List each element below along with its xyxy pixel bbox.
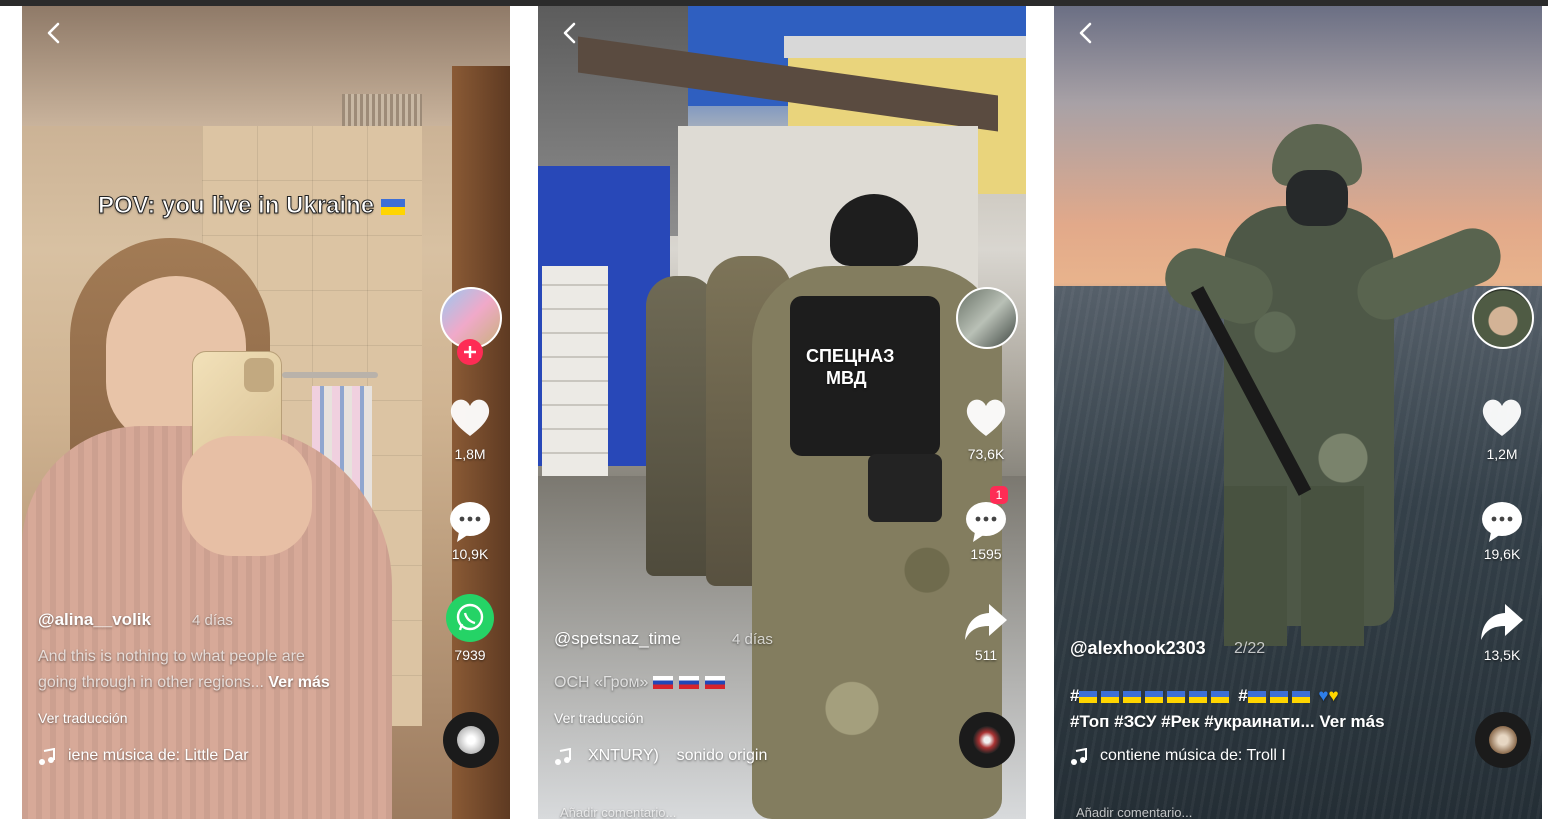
russia-flag-icon bbox=[678, 676, 699, 690]
soldier-face-mask bbox=[1286, 170, 1348, 226]
comment-icon[interactable] bbox=[1477, 496, 1527, 546]
yellow-heart-icon: ♥ bbox=[1328, 686, 1339, 705]
video-panel-1[interactable]: POV: you live in Ukraine 1,8M 10,9K 7939… bbox=[22, 6, 510, 819]
likes-count: 1,8M bbox=[454, 446, 486, 462]
heart-icon[interactable] bbox=[1477, 392, 1527, 442]
ukraine-flag-icon bbox=[1167, 690, 1186, 703]
post-date: 2/22 bbox=[1234, 640, 1266, 657]
share-icon[interactable] bbox=[1477, 596, 1527, 646]
music-note-icon bbox=[39, 748, 55, 765]
back-arrow-icon[interactable] bbox=[558, 20, 584, 46]
shares-count: 7939 bbox=[454, 647, 486, 663]
russia-flag-icon bbox=[704, 676, 725, 690]
post-date: 4 días bbox=[192, 612, 233, 629]
blue-heart-icon: ♥ bbox=[1318, 686, 1329, 705]
russia-flag-icon bbox=[652, 676, 673, 690]
hashtags[interactable]: #Топ #ЗСУ #Рек #украинати... Ver más bbox=[1070, 712, 1385, 732]
translate-link[interactable]: Ver traducción bbox=[38, 710, 128, 726]
likes-count: 73,6K bbox=[967, 446, 1005, 462]
music-title[interactable]: contiene música de: Troll I bbox=[1100, 747, 1286, 765]
vent bbox=[342, 94, 422, 126]
shares-count: 511 bbox=[974, 647, 998, 663]
comment-input[interactable]: Añadir comentario... bbox=[560, 805, 676, 819]
video-panel-3[interactable]: 1,2M 19,6K 13,5K @alexhook2303 2/22 # # … bbox=[1054, 6, 1542, 819]
comment-icon[interactable] bbox=[445, 496, 495, 546]
username[interactable]: @spetsnaz_time bbox=[554, 629, 681, 649]
vest-label-1: СПЕЦНАЗ bbox=[806, 346, 895, 366]
ukraine-flag-icon bbox=[1101, 690, 1120, 703]
whatsapp-icon[interactable] bbox=[445, 593, 495, 643]
comments-count: 10,9K bbox=[451, 546, 489, 562]
white-door bbox=[542, 266, 608, 476]
towel-rail bbox=[282, 372, 378, 378]
ukraine-flag-icon bbox=[1211, 690, 1230, 703]
comments-count: 1595 bbox=[970, 546, 1002, 562]
video-panel-2[interactable]: СПЕЦНАЗ МВД 73,6K 1 1595 511 @spetsnaz_t… bbox=[538, 6, 1026, 819]
door-frame bbox=[452, 66, 510, 819]
share-icon[interactable] bbox=[961, 596, 1011, 646]
music-note-icon bbox=[1071, 748, 1087, 765]
description-line-1: And this is nothing to what people are bbox=[38, 648, 305, 665]
ver-mas-link[interactable]: Ver más bbox=[1319, 712, 1384, 731]
post-date: 4 días bbox=[732, 631, 773, 648]
back-arrow-icon[interactable] bbox=[1074, 20, 1100, 46]
vest-label-2: МВД bbox=[826, 368, 867, 388]
music-disc-icon[interactable] bbox=[959, 712, 1015, 768]
back-arrow-icon[interactable] bbox=[42, 20, 68, 46]
username[interactable]: @alexhook2303 bbox=[1070, 638, 1206, 659]
ukraine-flag-icon bbox=[1269, 690, 1288, 703]
ukraine-flag-icon bbox=[1123, 690, 1142, 703]
video-caption: POV: you live in Ukraine bbox=[97, 192, 409, 220]
ukraine-flag-icon bbox=[1189, 690, 1208, 703]
ukraine-flag-icon bbox=[1247, 690, 1266, 703]
creator-avatar[interactable] bbox=[956, 287, 1018, 349]
follow-plus-icon[interactable] bbox=[456, 338, 484, 366]
ukraine-flag-icon bbox=[1079, 690, 1098, 703]
ukraine-flag-icon bbox=[1291, 690, 1310, 703]
hand bbox=[182, 436, 312, 556]
yellow-roof bbox=[784, 36, 1026, 58]
comment-badge: 1 bbox=[990, 486, 1008, 504]
description-line-2: going through in other regions... Ver má… bbox=[38, 674, 330, 691]
description: ОСН «Гром» bbox=[554, 674, 731, 692]
music-disc-icon[interactable] bbox=[443, 712, 499, 768]
belt-pouch bbox=[868, 454, 942, 522]
username[interactable]: @alina__volik bbox=[38, 610, 151, 630]
ceiling bbox=[22, 6, 510, 126]
translate-link[interactable]: Ver traducción bbox=[554, 710, 644, 726]
music-disc-icon[interactable] bbox=[1475, 712, 1531, 768]
hashtag-flags: # # ♥♥ bbox=[1070, 686, 1339, 705]
music-title[interactable]: iene música de: Little Dar bbox=[68, 747, 249, 765]
phone-camera bbox=[244, 358, 274, 392]
comments-count: 19,6K bbox=[1483, 546, 1521, 562]
creator-avatar[interactable] bbox=[1472, 287, 1534, 349]
shares-count: 13,5K bbox=[1483, 647, 1521, 663]
soldier-legs bbox=[1224, 486, 1364, 646]
heart-icon[interactable] bbox=[445, 392, 495, 442]
ver-mas-link[interactable]: Ver más bbox=[268, 674, 329, 691]
comment-input[interactable]: Añadir comentario... bbox=[1076, 805, 1192, 819]
ukraine-flag-icon bbox=[380, 198, 405, 215]
ukraine-flag-icon bbox=[1145, 690, 1164, 703]
music-title[interactable]: XNTURY) sonido origin bbox=[588, 747, 767, 765]
heart-icon[interactable] bbox=[961, 392, 1011, 442]
likes-count: 1,2M bbox=[1486, 446, 1518, 462]
music-note-icon bbox=[555, 748, 571, 765]
